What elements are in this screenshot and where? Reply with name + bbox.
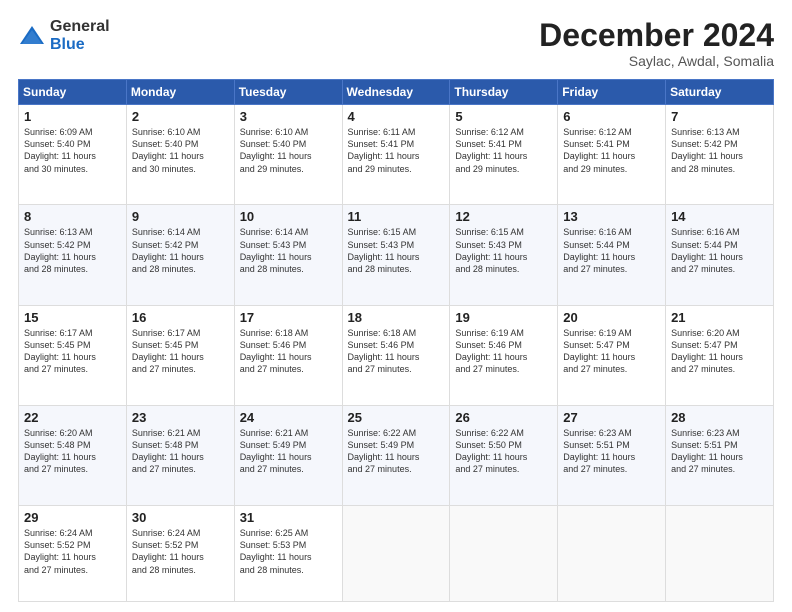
- table-row: 27Sunrise: 6:23 AMSunset: 5:51 PMDayligh…: [558, 405, 666, 505]
- table-row: 29Sunrise: 6:24 AMSunset: 5:52 PMDayligh…: [19, 506, 127, 602]
- table-row: 5Sunrise: 6:12 AMSunset: 5:41 PMDaylight…: [450, 105, 558, 205]
- table-row: 2Sunrise: 6:10 AMSunset: 5:40 PMDaylight…: [126, 105, 234, 205]
- table-row: 23Sunrise: 6:21 AMSunset: 5:48 PMDayligh…: [126, 405, 234, 505]
- col-saturday: Saturday: [666, 80, 774, 105]
- table-row: [558, 506, 666, 602]
- calendar-header-row: Sunday Monday Tuesday Wednesday Thursday…: [19, 80, 774, 105]
- table-row: 14Sunrise: 6:16 AMSunset: 5:44 PMDayligh…: [666, 205, 774, 305]
- logo: General Blue: [18, 18, 110, 53]
- table-row: 17Sunrise: 6:18 AMSunset: 5:46 PMDayligh…: [234, 305, 342, 405]
- table-row: 1Sunrise: 6:09 AMSunset: 5:40 PMDaylight…: [19, 105, 127, 205]
- month-title: December 2024: [539, 18, 774, 53]
- table-row: 24Sunrise: 6:21 AMSunset: 5:49 PMDayligh…: [234, 405, 342, 505]
- col-thursday: Thursday: [450, 80, 558, 105]
- header: General Blue December 2024 Saylac, Awdal…: [18, 18, 774, 69]
- table-row: [450, 506, 558, 602]
- table-row: 26Sunrise: 6:22 AMSunset: 5:50 PMDayligh…: [450, 405, 558, 505]
- table-row: 25Sunrise: 6:22 AMSunset: 5:49 PMDayligh…: [342, 405, 450, 505]
- table-row: 6Sunrise: 6:12 AMSunset: 5:41 PMDaylight…: [558, 105, 666, 205]
- table-row: 30Sunrise: 6:24 AMSunset: 5:52 PMDayligh…: [126, 506, 234, 602]
- table-row: 15Sunrise: 6:17 AMSunset: 5:45 PMDayligh…: [19, 305, 127, 405]
- table-row: [666, 506, 774, 602]
- logo-icon: [18, 22, 46, 50]
- table-row: 21Sunrise: 6:20 AMSunset: 5:47 PMDayligh…: [666, 305, 774, 405]
- table-row: [342, 506, 450, 602]
- logo-general-text: General: [50, 18, 110, 35]
- col-sunday: Sunday: [19, 80, 127, 105]
- table-row: 3Sunrise: 6:10 AMSunset: 5:40 PMDaylight…: [234, 105, 342, 205]
- table-row: 20Sunrise: 6:19 AMSunset: 5:47 PMDayligh…: [558, 305, 666, 405]
- table-row: 13Sunrise: 6:16 AMSunset: 5:44 PMDayligh…: [558, 205, 666, 305]
- table-row: 7Sunrise: 6:13 AMSunset: 5:42 PMDaylight…: [666, 105, 774, 205]
- table-row: 19Sunrise: 6:19 AMSunset: 5:46 PMDayligh…: [450, 305, 558, 405]
- logo-blue-text: Blue: [50, 36, 85, 53]
- table-row: 18Sunrise: 6:18 AMSunset: 5:46 PMDayligh…: [342, 305, 450, 405]
- table-row: 12Sunrise: 6:15 AMSunset: 5:43 PMDayligh…: [450, 205, 558, 305]
- col-monday: Monday: [126, 80, 234, 105]
- table-row: 28Sunrise: 6:23 AMSunset: 5:51 PMDayligh…: [666, 405, 774, 505]
- table-row: 4Sunrise: 6:11 AMSunset: 5:41 PMDaylight…: [342, 105, 450, 205]
- location-subtitle: Saylac, Awdal, Somalia: [539, 53, 774, 69]
- table-row: 31Sunrise: 6:25 AMSunset: 5:53 PMDayligh…: [234, 506, 342, 602]
- col-wednesday: Wednesday: [342, 80, 450, 105]
- table-row: 16Sunrise: 6:17 AMSunset: 5:45 PMDayligh…: [126, 305, 234, 405]
- title-area: December 2024 Saylac, Awdal, Somalia: [539, 18, 774, 69]
- table-row: 10Sunrise: 6:14 AMSunset: 5:43 PMDayligh…: [234, 205, 342, 305]
- col-tuesday: Tuesday: [234, 80, 342, 105]
- table-row: 22Sunrise: 6:20 AMSunset: 5:48 PMDayligh…: [19, 405, 127, 505]
- calendar-table: Sunday Monday Tuesday Wednesday Thursday…: [18, 79, 774, 602]
- page: General Blue December 2024 Saylac, Awdal…: [0, 0, 792, 612]
- table-row: 9Sunrise: 6:14 AMSunset: 5:42 PMDaylight…: [126, 205, 234, 305]
- table-row: 8Sunrise: 6:13 AMSunset: 5:42 PMDaylight…: [19, 205, 127, 305]
- col-friday: Friday: [558, 80, 666, 105]
- table-row: 11Sunrise: 6:15 AMSunset: 5:43 PMDayligh…: [342, 205, 450, 305]
